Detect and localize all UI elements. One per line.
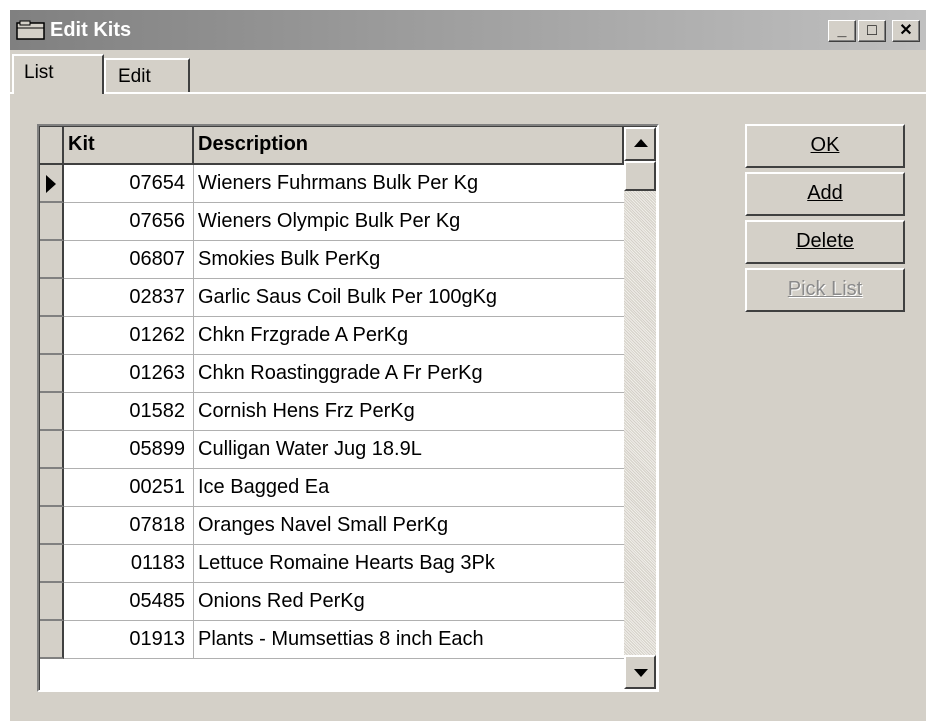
- ok-button-label: OK: [810, 134, 840, 156]
- scroll-down-arrow-icon[interactable]: [624, 655, 656, 689]
- delete-button[interactable]: Delete: [745, 220, 905, 264]
- column-header-kit-label: Kit: [68, 133, 95, 155]
- row-selector[interactable]: [40, 279, 64, 317]
- row-selector[interactable]: [40, 469, 64, 507]
- row-selector[interactable]: [40, 545, 64, 583]
- pick-list-button-label: Pick List: [787, 278, 863, 300]
- row-selector[interactable]: [40, 621, 64, 659]
- description-cell[interactable]: Lettuce Romaine Hearts Bag 3Pk: [194, 545, 630, 583]
- kit-cell[interactable]: 01262: [64, 317, 194, 355]
- edit-kits-window: Edit Kits _ □ ✕ List Edit Kit Descriptio…: [8, 8, 926, 721]
- table-row[interactable]: 05899 Culligan Water Jug 18.9L: [40, 431, 630, 469]
- kit-cell[interactable]: 06807: [64, 241, 194, 279]
- table-row[interactable]: 01263 Chkn Roastinggrade A Fr PerKg: [40, 355, 630, 393]
- add-button[interactable]: Add: [745, 172, 905, 216]
- maximize-button[interactable]: □: [858, 20, 886, 42]
- kit-cell[interactable]: 07818: [64, 507, 194, 545]
- kit-cell[interactable]: 01183: [64, 545, 194, 583]
- table-row[interactable]: 01262 Chkn Frzgrade A PerKg: [40, 317, 630, 355]
- description-cell[interactable]: Onions Red PerKg: [194, 583, 630, 621]
- tab-edit-label: Edit: [118, 66, 151, 87]
- row-selector[interactable]: [40, 583, 64, 621]
- description-cell[interactable]: Wieners Fuhrmans Bulk Per Kg: [194, 165, 630, 203]
- kit-cell[interactable]: 01263: [64, 355, 194, 393]
- grid-corner-header: [40, 127, 64, 165]
- row-selector[interactable]: [40, 393, 64, 431]
- kit-cell[interactable]: 02837: [64, 279, 194, 317]
- current-row-indicator-icon[interactable]: [40, 165, 64, 203]
- description-cell[interactable]: Garlic Saus Coil Bulk Per 100gKg: [194, 279, 630, 317]
- row-selector[interactable]: [40, 431, 64, 469]
- minimize-button[interactable]: _: [828, 20, 856, 42]
- kit-cell[interactable]: 07654: [64, 165, 194, 203]
- row-selector[interactable]: [40, 203, 64, 241]
- description-cell[interactable]: Chkn Frzgrade A PerKg: [194, 317, 630, 355]
- vertical-scrollbar[interactable]: [624, 127, 656, 689]
- description-cell[interactable]: Ice Bagged Ea: [194, 469, 630, 507]
- scroll-thumb[interactable]: [624, 161, 656, 191]
- kit-cell[interactable]: 07656: [64, 203, 194, 241]
- table-row[interactable]: 07818 Oranges Navel Small PerKg: [40, 507, 630, 545]
- scroll-up-arrow-icon[interactable]: [624, 127, 656, 161]
- maximize-icon: □: [867, 22, 877, 39]
- row-selector[interactable]: [40, 317, 64, 355]
- row-selector[interactable]: [40, 355, 64, 393]
- column-header-description[interactable]: Description: [194, 127, 624, 165]
- table-row[interactable]: 01183 Lettuce Romaine Hearts Bag 3Pk: [40, 545, 630, 583]
- pick-list-button[interactable]: Pick List: [745, 268, 905, 312]
- description-cell[interactable]: Wieners Olympic Bulk Per Kg: [194, 203, 630, 241]
- tab-list-label: List: [24, 62, 54, 83]
- kits-grid[interactable]: Kit Description 07654 Wieners Fuhrmans Bu…: [37, 124, 659, 692]
- table-row[interactable]: 00251 Ice Bagged Ea: [40, 469, 630, 507]
- kit-cell[interactable]: 01582: [64, 393, 194, 431]
- description-cell[interactable]: Plants - Mumsettias 8 inch Each: [194, 621, 630, 659]
- minimize-icon: _: [837, 22, 847, 39]
- column-header-description-label: Description: [198, 133, 309, 155]
- add-button-label: Add: [807, 182, 843, 204]
- table-row[interactable]: 01913 Plants - Mumsettias 8 inch Each: [40, 621, 630, 659]
- table-row[interactable]: 06807 Smokies Bulk PerKg: [40, 241, 630, 279]
- description-cell[interactable]: Culligan Water Jug 18.9L: [194, 431, 630, 469]
- kit-cell[interactable]: 05899: [64, 431, 194, 469]
- kit-cell[interactable]: 05485: [64, 583, 194, 621]
- ok-button[interactable]: OK: [745, 124, 905, 168]
- kit-cell[interactable]: 01913: [64, 621, 194, 659]
- close-icon: ✕: [899, 22, 913, 39]
- description-cell[interactable]: Smokies Bulk PerKg: [194, 241, 630, 279]
- kit-cell[interactable]: 00251: [64, 469, 194, 507]
- description-cell[interactable]: Oranges Navel Small PerKg: [194, 507, 630, 545]
- description-cell[interactable]: Cornish Hens Frz PerKg: [194, 393, 630, 431]
- title-bar[interactable]: Edit Kits _ □ ✕: [10, 10, 926, 50]
- delete-button-label: Delete: [796, 230, 854, 252]
- table-row[interactable]: 07654 Wieners Fuhrmans Bulk Per Kg: [40, 165, 630, 203]
- close-button[interactable]: ✕: [892, 20, 920, 42]
- table-row[interactable]: 02837 Garlic Saus Coil Bulk Per 100gKg: [40, 279, 630, 317]
- tab-list[interactable]: List: [12, 54, 104, 94]
- description-cell[interactable]: Chkn Roastinggrade A Fr PerKg: [194, 355, 630, 393]
- table-row[interactable]: 05485 Onions Red PerKg: [40, 583, 630, 621]
- window-title: Edit Kits: [50, 19, 132, 41]
- row-selector[interactable]: [40, 507, 64, 545]
- column-header-kit[interactable]: Kit: [64, 127, 194, 165]
- table-row[interactable]: 01582 Cornish Hens Frz PerKg: [40, 393, 630, 431]
- tab-strip-line: [10, 92, 926, 94]
- table-row[interactable]: 07656 Wieners Olympic Bulk Per Kg: [40, 203, 630, 241]
- window-app-icon: [16, 20, 45, 40]
- tab-edit[interactable]: Edit: [104, 58, 190, 92]
- row-selector[interactable]: [40, 241, 64, 279]
